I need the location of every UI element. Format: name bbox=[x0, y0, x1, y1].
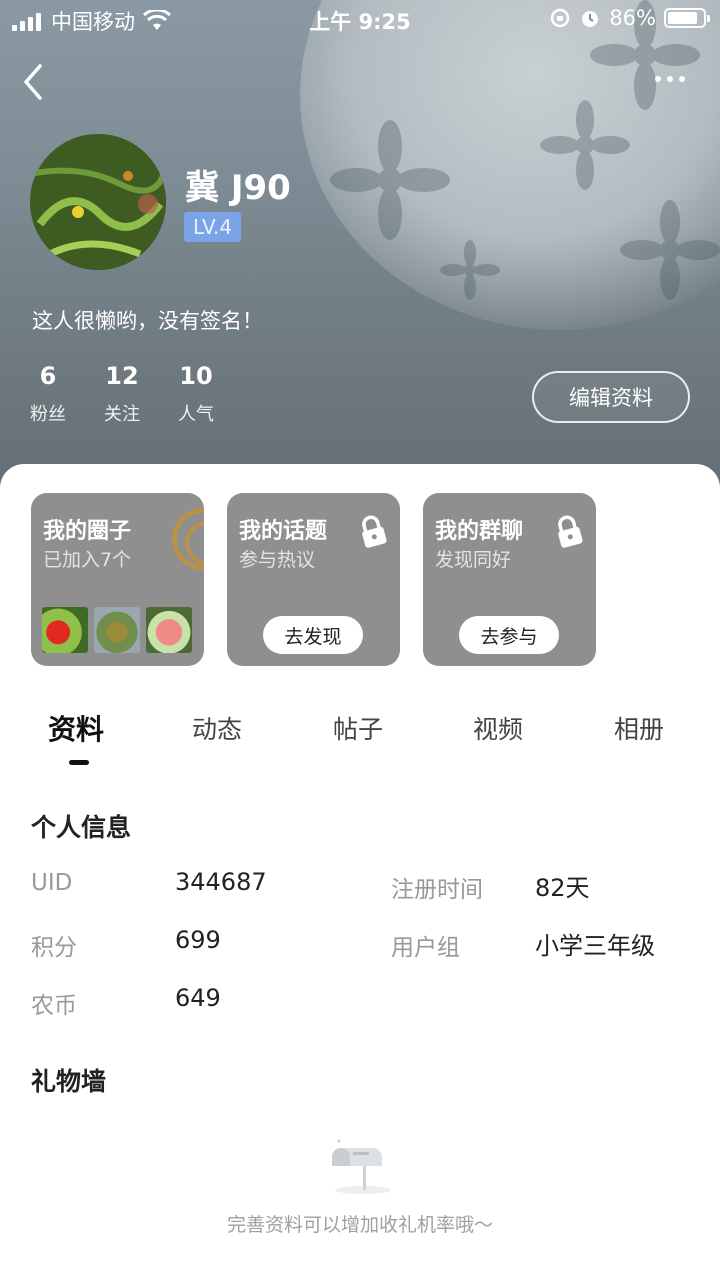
flower-decoration-icon bbox=[540, 100, 630, 190]
lock-icon bbox=[362, 515, 387, 548]
info-label-coins: 农币 bbox=[31, 993, 77, 1019]
tab-profile-info[interactable]: 资料 bbox=[48, 708, 104, 748]
status-bar: 中国移动 上午 9:25 86% bbox=[0, 0, 720, 40]
card-title: 我的群聊 bbox=[435, 519, 524, 544]
stat-label: 人气 bbox=[178, 404, 214, 425]
stat-value: 12 bbox=[105, 362, 139, 390]
info-value-register-time: 82天 bbox=[535, 874, 590, 902]
chevron-left-icon bbox=[24, 64, 42, 100]
info-value-coins: 649 bbox=[175, 984, 221, 1012]
profile-stats: 6 粉丝 12 关注 10 人气 bbox=[30, 362, 214, 426]
stat-following[interactable]: 12 关注 bbox=[104, 362, 140, 426]
gift-wall-title: 礼物墙 bbox=[31, 1067, 107, 1096]
more-dot-icon bbox=[667, 76, 673, 82]
personal-info-title: 个人信息 bbox=[31, 813, 132, 842]
active-tab-indicator bbox=[69, 760, 89, 765]
card-subtitle: 已加入7个 bbox=[43, 549, 132, 571]
card-my-topics[interactable]: 我的话题 参与热议 去发现 bbox=[227, 493, 400, 666]
alarm-icon bbox=[582, 11, 599, 27]
circle-ring-icon bbox=[172, 508, 204, 570]
flower-decoration-icon bbox=[440, 240, 500, 300]
info-label-user-group: 用户组 bbox=[391, 935, 460, 961]
stat-value: 10 bbox=[179, 362, 213, 390]
tab-albums[interactable]: 相册 bbox=[614, 710, 664, 746]
info-value-points: 699 bbox=[175, 926, 221, 954]
circle-thumbnail[interactable] bbox=[94, 607, 140, 653]
stat-value: 6 bbox=[39, 362, 57, 390]
card-subtitle: 发现同好 bbox=[435, 549, 512, 571]
avatar[interactable] bbox=[30, 134, 166, 270]
tab-videos[interactable]: 视频 bbox=[473, 710, 523, 746]
card-subtitle: 参与热议 bbox=[239, 549, 316, 571]
gift-wall-empty-text: 完善资料可以增加收礼机率哦～ bbox=[226, 1214, 493, 1236]
card-my-circles[interactable]: 我的圈子 已加入7个 bbox=[31, 493, 204, 666]
user-signature: 这人很懒哟，没有签名！ bbox=[32, 309, 263, 333]
level-badge: LV.4 bbox=[184, 212, 242, 242]
edit-profile-button[interactable]: 编辑资料 bbox=[532, 371, 690, 423]
join-button[interactable]: 去参与 bbox=[459, 616, 559, 654]
battery-level-fill bbox=[668, 12, 698, 24]
battery-icon bbox=[664, 8, 710, 28]
mailbox-icon bbox=[332, 1139, 391, 1194]
more-dot-icon bbox=[655, 76, 661, 82]
rotation-lock-icon bbox=[551, 8, 570, 28]
circle-thumbnail[interactable] bbox=[146, 607, 192, 653]
info-value-user-group: 小学三年级 bbox=[535, 932, 655, 960]
username: 冀 J90 bbox=[185, 168, 291, 208]
flower-decoration-icon bbox=[620, 200, 720, 300]
stat-label: 关注 bbox=[104, 404, 140, 425]
info-value-uid: 344687 bbox=[175, 868, 267, 896]
stat-popularity[interactable]: 10 人气 bbox=[178, 362, 214, 426]
circle-thumbnails bbox=[42, 607, 192, 653]
battery-percent: 86% bbox=[609, 6, 656, 30]
card-title: 我的圈子 bbox=[43, 519, 132, 544]
card-title: 我的话题 bbox=[239, 519, 328, 544]
more-options-button[interactable] bbox=[650, 64, 690, 94]
info-label-points: 积分 bbox=[31, 935, 77, 961]
more-dot-icon bbox=[679, 76, 685, 82]
stat-fans[interactable]: 6 粉丝 bbox=[30, 362, 66, 426]
avatar-image bbox=[30, 134, 166, 270]
tab-posts[interactable]: 帖子 bbox=[333, 710, 383, 746]
lock-icon bbox=[558, 515, 583, 548]
stat-label: 粉丝 bbox=[30, 404, 66, 425]
back-button[interactable] bbox=[18, 60, 58, 104]
info-label-register-time: 注册时间 bbox=[391, 877, 483, 903]
flower-decoration-icon bbox=[330, 120, 450, 240]
feature-cards: 我的圈子 已加入7个 我的话题 参与热议 去发现 我的群聊 发现同好 去参与 bbox=[31, 493, 596, 666]
tab-activity[interactable]: 动态 bbox=[192, 710, 242, 746]
circle-thumbnail[interactable] bbox=[42, 607, 88, 653]
discover-button[interactable]: 去发现 bbox=[263, 616, 363, 654]
card-my-group-chats[interactable]: 我的群聊 发现同好 去参与 bbox=[423, 493, 596, 666]
profile-tabs: 资料 动态 帖子 视频 相册 bbox=[0, 710, 720, 770]
info-label-uid: UID bbox=[31, 870, 73, 896]
